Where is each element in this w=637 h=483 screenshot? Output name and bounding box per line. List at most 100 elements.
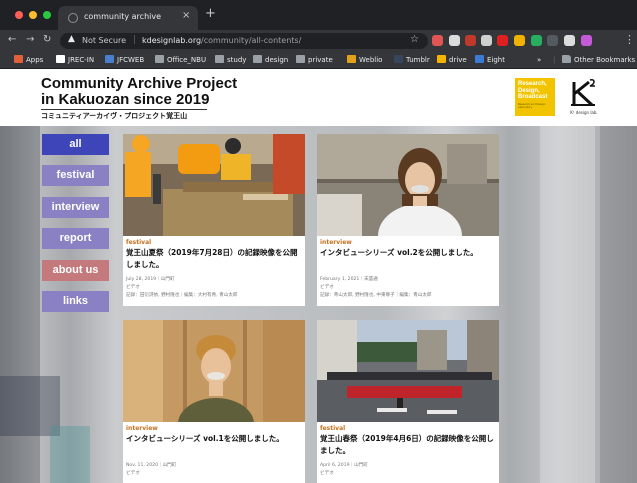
url-host: kdesignlab.org xyxy=(142,36,202,45)
card-type: ビデオ xyxy=(126,285,140,290)
folder-icon xyxy=(253,55,262,63)
site-title[interactable]: Community Archive Project in Kakuozan si… xyxy=(41,76,237,108)
card-credits: 記録：青山太郎, 野村隆也, 中東尊子｜編集：青山太郎 xyxy=(320,293,432,298)
tab-title: community archive xyxy=(84,12,162,21)
bookmark-item[interactable]: Apps xyxy=(14,55,43,65)
bookmark-item[interactable]: Weblio xyxy=(347,55,382,65)
browser-menu-icon[interactable]: ⋮ xyxy=(624,33,635,46)
forward-arrow-icon[interactable]: → xyxy=(26,34,34,46)
card-credits: 記録：田衍詩依, 野村隆也｜編集：大村有希, 青山太郎 xyxy=(126,293,238,298)
folder-icon xyxy=(215,55,224,63)
extension-icon[interactable] xyxy=(465,35,476,46)
card-category[interactable]: interview xyxy=(126,425,158,432)
url-text[interactable]: kdesignlab.org/community/all-contents/ xyxy=(142,36,301,45)
new-tab-button[interactable]: + xyxy=(205,7,216,21)
bookmark-star-icon[interactable]: ☆ xyxy=(410,34,419,45)
content-card[interactable]: interview インタビューシリーズ vol.1を公開しました。 Nov. 11… xyxy=(123,320,305,483)
card-category[interactable]: interview xyxy=(320,239,352,246)
bookmark-item[interactable]: Eight xyxy=(475,55,505,65)
browser-tab[interactable]: community archive × xyxy=(58,6,198,30)
bookmark-label: drive xyxy=(449,56,467,64)
bookmarks-bar: Apps JREC-IN JFCWEB Office_NBU study design pr… xyxy=(0,52,637,69)
nav-item-about-us[interactable]: about us xyxy=(42,260,109,281)
spring-festival-street-photo[interactable] xyxy=(317,320,499,422)
card-date: July 28, 2019｜山門町 xyxy=(126,277,175,282)
card-type: ビデオ xyxy=(320,471,334,476)
url-path: /community/all-contents/ xyxy=(201,36,302,45)
bookmark-item[interactable]: drive xyxy=(437,55,467,65)
bookmark-label: Tumblr xyxy=(406,56,430,64)
tab-close-icon[interactable]: × xyxy=(182,10,190,21)
nav-item-links[interactable]: links xyxy=(42,291,109,312)
bookmark-label: JFCWEB xyxy=(117,56,145,64)
bookmark-item[interactable]: Tumblr xyxy=(394,55,430,65)
interview-man-photo[interactable] xyxy=(123,320,305,422)
bookmarks-divider: | xyxy=(553,56,556,64)
other-bookmarks-label: Other Bookmarks xyxy=(574,56,636,64)
globe-icon xyxy=(68,13,78,23)
folder-icon xyxy=(562,55,571,63)
not-secure-label: Not Secure xyxy=(82,36,127,45)
card-title[interactable]: 覚王山春祭（2019年4月6日）の記録映像を公開しました。 xyxy=(320,433,496,457)
nav-item-report[interactable]: report xyxy=(42,228,109,249)
back-arrow-icon[interactable]: ← xyxy=(8,34,16,46)
nav-item-interview[interactable]: interview xyxy=(42,197,109,218)
bookmark-label: Apps xyxy=(26,56,44,64)
content-card[interactable]: festival 覚王山夏祭（2019年7月28日）の記録映像を公開しました。 Ju… xyxy=(123,134,305,306)
content-card[interactable]: festival 覚王山春祭（2019年4月6日）の記録映像を公開しました。 Apr… xyxy=(317,320,499,483)
bookmark-item[interactable]: JREC-IN xyxy=(56,55,94,65)
warning-icon: ▲ xyxy=(68,34,75,44)
card-title[interactable]: インタビューシリーズ vol.1を公開しました。 xyxy=(126,433,302,445)
interview-woman-photo[interactable] xyxy=(317,134,499,236)
k2-logo-mark-icon xyxy=(571,79,595,107)
weblio-icon xyxy=(347,55,356,63)
window-close-button[interactable] xyxy=(15,11,23,19)
bookmark-item[interactable]: JFCWEB xyxy=(105,55,144,65)
other-bookmarks[interactable]: Other Bookmarks xyxy=(562,55,635,65)
card-date: Nov. 11, 2020｜山門町 xyxy=(126,463,177,468)
window-zoom-button[interactable] xyxy=(43,11,51,19)
extension-icon[interactable] xyxy=(581,35,592,46)
extension-icon[interactable] xyxy=(531,35,542,46)
k2-design-lab-logo[interactable]: K² design lab. xyxy=(565,78,603,118)
nav-item-all[interactable]: all xyxy=(42,134,109,155)
extension-icon[interactable] xyxy=(481,35,492,46)
nav-item-festival[interactable]: festival xyxy=(42,165,109,186)
bookmark-item[interactable]: study xyxy=(215,55,246,65)
card-category[interactable]: festival xyxy=(126,239,151,246)
address-bar[interactable]: ▲ Not Secure | kdesignlab.org/community/… xyxy=(60,33,428,49)
jrec-icon xyxy=(56,55,65,63)
window-minimize-button[interactable] xyxy=(29,11,37,19)
logo-caption: K² design lab. xyxy=(570,110,598,115)
folder-icon xyxy=(155,55,164,63)
card-date: April 6, 2019｜山門町 xyxy=(320,463,368,468)
folder-icon xyxy=(296,55,305,63)
browser-toolbar: ← → ↻ ▲ Not Secure | kdesignlab.org/comm… xyxy=(0,30,637,52)
extension-icon[interactable] xyxy=(514,35,525,46)
browser-tab-strip: community archive × + xyxy=(0,0,637,30)
card-title[interactable]: 覚王山夏祭（2019年7月28日）の記録映像を公開しました。 xyxy=(126,247,302,271)
bookmark-item[interactable]: Office_NBU xyxy=(155,55,206,65)
title-underline xyxy=(41,109,207,110)
festival-volunteers-photo[interactable] xyxy=(123,134,305,236)
badge-line-3: Broadcast xyxy=(518,94,548,100)
bookmark-item[interactable]: design xyxy=(253,55,288,65)
extension-icon[interactable] xyxy=(432,35,443,46)
extension-icon[interactable] xyxy=(547,35,558,46)
extension-icon[interactable] xyxy=(564,35,575,46)
reload-icon[interactable]: ↻ xyxy=(43,34,51,46)
research-design-broadcast-badge[interactable]: Research, Design, Broadcast Research and… xyxy=(515,78,555,116)
bookmarks-overflow-icon[interactable]: » xyxy=(537,55,541,65)
bookmark-label: study xyxy=(227,56,247,64)
bookmark-item[interactable]: private xyxy=(296,55,333,65)
content-card[interactable]: interview インタビューシリーズ vol.2を公開しました。 Februar… xyxy=(317,134,499,306)
site-title-line-2: in Kakuozan since 2019 xyxy=(41,91,210,108)
bookmark-label: private xyxy=(308,56,333,64)
extension-icon[interactable] xyxy=(449,35,460,46)
bookmark-label: Eight xyxy=(487,56,505,64)
extension-icon[interactable] xyxy=(497,35,508,46)
apps-grid-icon xyxy=(14,55,23,63)
card-category[interactable]: festival xyxy=(320,425,345,432)
card-title[interactable]: インタビューシリーズ vol.2を公開しました。 xyxy=(320,247,496,259)
site-subtitle: コミュニティアーカイヴ・プロジェクト覚王山 xyxy=(41,112,188,120)
